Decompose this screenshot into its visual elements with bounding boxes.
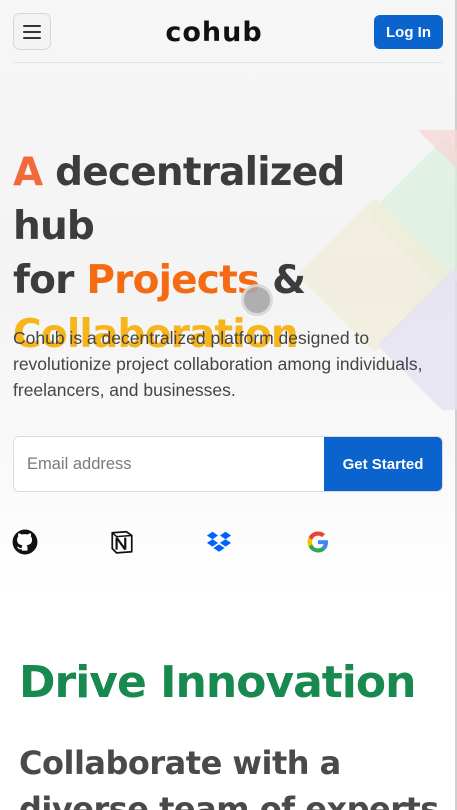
section-subtitle: Collaborate with a diverse team of exper… — [19, 744, 439, 810]
landing-page: cohub Log In A decentralized hub for Pro… — [0, 0, 457, 810]
get-started-button[interactable]: Get Started — [324, 437, 442, 491]
hamburger-menu-icon — [23, 24, 41, 27]
hero-description: Cohub is a decentralized platform design… — [13, 328, 423, 400]
hero-title-for: for — [13, 258, 87, 303]
section-title: Drive Innovation — [19, 657, 416, 708]
google-icon — [305, 529, 331, 555]
top-header: cohub Log In — [0, 0, 457, 63]
dropbox-icon — [206, 529, 232, 555]
hero-title-a: A — [13, 150, 43, 195]
touch-cursor-indicator — [241, 284, 273, 316]
notion-icon — [109, 529, 135, 555]
email-input[interactable] — [14, 437, 324, 491]
header-divider — [13, 62, 443, 63]
hamburger-menu-button[interactable] — [13, 13, 51, 50]
hero-title-line1: decentralized hub — [13, 150, 345, 249]
email-signup-form: Get Started — [13, 436, 443, 492]
github-icon — [12, 529, 38, 555]
login-button[interactable]: Log In — [374, 15, 443, 49]
cohub-logo[interactable]: cohub — [165, 15, 261, 49]
hero-title-projects: Projects — [86, 258, 260, 303]
